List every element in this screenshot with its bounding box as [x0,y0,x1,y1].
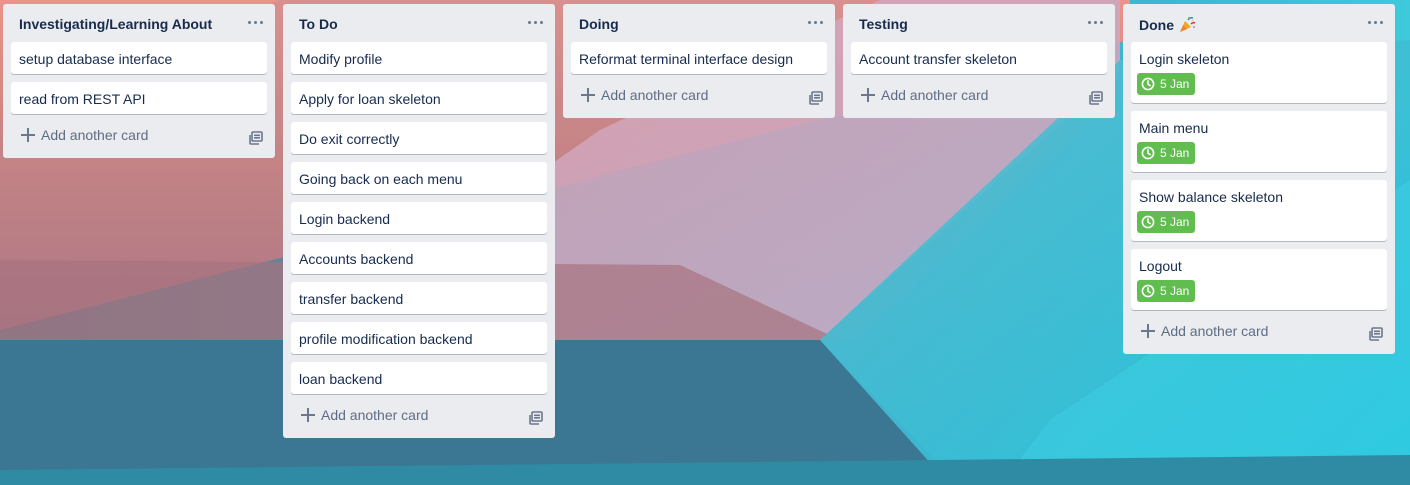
due-date-badge[interactable]: 5 Jan [1137,211,1196,233]
card-title: Going back on each menu [299,171,463,187]
due-date-badge[interactable]: 5 Jan [1137,280,1196,302]
card-title: Reformat terminal interface design [579,51,793,67]
list-footer: Add another card [563,80,835,118]
ellipsis-icon[interactable] [247,14,265,30]
list-header[interactable]: Doing [563,4,835,42]
card-title: Account transfer skeleton [859,51,1017,67]
add-card-button[interactable]: Add another card [301,407,428,423]
card[interactable]: Apply for loan skeleton [291,82,547,114]
add-card-label: Add another card [41,127,149,143]
card-title: Login backend [299,211,391,227]
list-footer: Add another card [1123,316,1395,354]
card-title: Logout [1139,258,1182,274]
card-list: Login skeleton 5 Jan Main menu 5 Jan Sho… [1123,42,1395,310]
list-title[interactable]: Investigating/Learning About [19,16,212,32]
card-title: Do exit correctly [299,131,400,147]
add-card-label: Add another card [601,87,709,103]
card[interactable]: Accounts backend [291,242,547,274]
list-header[interactable]: Investigating/Learning About [3,4,275,42]
card[interactable]: Do exit correctly [291,122,547,154]
due-date-text: 5 Jan [1160,215,1190,229]
due-date-text: 5 Jan [1160,284,1190,298]
card-list: Reformat terminal interface design [563,42,835,74]
add-card-button[interactable]: Add another card [861,87,988,103]
card[interactable]: Going back on each menu [291,162,547,194]
board: Investigating/Learning About setup datab… [0,0,1410,485]
list-header[interactable]: Testing [843,4,1115,42]
card-template-icon[interactable] [1369,327,1383,341]
card-title: Main menu [1139,120,1209,136]
clock-icon [1141,77,1155,91]
list-title[interactable]: Doing [579,16,619,32]
card[interactable]: setup database interface [11,42,267,74]
plus-icon [301,408,315,422]
card[interactable]: Login backend [291,202,547,234]
add-card-button[interactable]: Add another card [1141,323,1268,339]
add-card-button[interactable]: Add another card [581,87,708,103]
due-date-text: 5 Jan [1160,77,1190,91]
add-card-label: Add another card [321,407,429,423]
clock-icon [1141,284,1155,298]
card-list: Modify profile Apply for loan skeleton D… [283,42,555,394]
card[interactable]: read from REST API [11,82,267,114]
card-template-icon[interactable] [249,131,263,145]
card-title: Login skeleton [1139,51,1230,67]
card-list: Account transfer skeleton [843,42,1115,74]
list-done: Done Login skeleton 5 Jan Main menu 5 Ja… [1123,4,1395,354]
list-header[interactable]: To Do [283,4,555,42]
card-title: Apply for loan skeleton [299,91,441,107]
card-title: loan backend [299,371,383,387]
plus-icon [861,88,875,102]
card-list: setup database interface read from REST … [3,42,275,114]
card[interactable]: Account transfer skeleton [851,42,1107,74]
card[interactable]: Login skeleton 5 Jan [1131,42,1387,103]
plus-icon [21,128,35,142]
ellipsis-icon[interactable] [527,14,545,30]
card-title: setup database interface [19,51,173,67]
list-footer: Add another card [283,400,555,438]
add-card-button[interactable]: Add another card [21,127,148,143]
due-date-badge[interactable]: 5 Jan [1137,142,1196,164]
card-template-icon[interactable] [1089,91,1103,105]
add-card-label: Add another card [1161,323,1269,339]
list-footer: Add another card [3,120,275,158]
list-todo: To Do Modify profile Apply for loan skel… [283,4,555,438]
list-title[interactable]: To Do [299,16,338,32]
due-date-badge[interactable]: 5 Jan [1137,73,1196,95]
list-footer: Add another card [843,80,1115,118]
card[interactable]: Modify profile [291,42,547,74]
clock-icon [1141,146,1155,160]
card-title: Accounts backend [299,251,414,267]
card-title: Modify profile [299,51,383,67]
card[interactable]: Reformat terminal interface design [571,42,827,74]
list-title-text: Done [1139,17,1174,33]
ellipsis-icon[interactable] [1367,14,1385,30]
card[interactable]: Main menu 5 Jan [1131,111,1387,172]
card[interactable]: Logout 5 Jan [1131,249,1387,310]
ellipsis-icon[interactable] [1087,14,1105,30]
card-title: transfer backend [299,291,404,307]
party-popper-icon [1180,17,1196,32]
ellipsis-icon[interactable] [807,14,825,30]
card-template-icon[interactable] [529,411,543,425]
due-date-text: 5 Jan [1160,146,1190,160]
add-card-label: Add another card [881,87,989,103]
card[interactable]: loan backend [291,362,547,394]
card-title: profile modification backend [299,331,473,347]
clock-icon [1141,215,1155,229]
card-title: read from REST API [19,91,146,107]
card[interactable]: transfer backend [291,282,547,314]
list-testing: Testing Account transfer skeleton Add an… [843,4,1115,118]
card[interactable]: Show balance skeleton 5 Jan [1131,180,1387,241]
list-header[interactable]: Done [1123,4,1395,42]
plus-icon [1141,324,1155,338]
list-title[interactable]: Done [1139,16,1196,33]
list-investigating: Investigating/Learning About setup datab… [3,4,275,158]
plus-icon [581,88,595,102]
card[interactable]: profile modification backend [291,322,547,354]
card-title: Show balance skeleton [1139,189,1283,205]
list-title[interactable]: Testing [859,16,908,32]
list-doing: Doing Reformat terminal interface design… [563,4,835,118]
card-template-icon[interactable] [809,91,823,105]
